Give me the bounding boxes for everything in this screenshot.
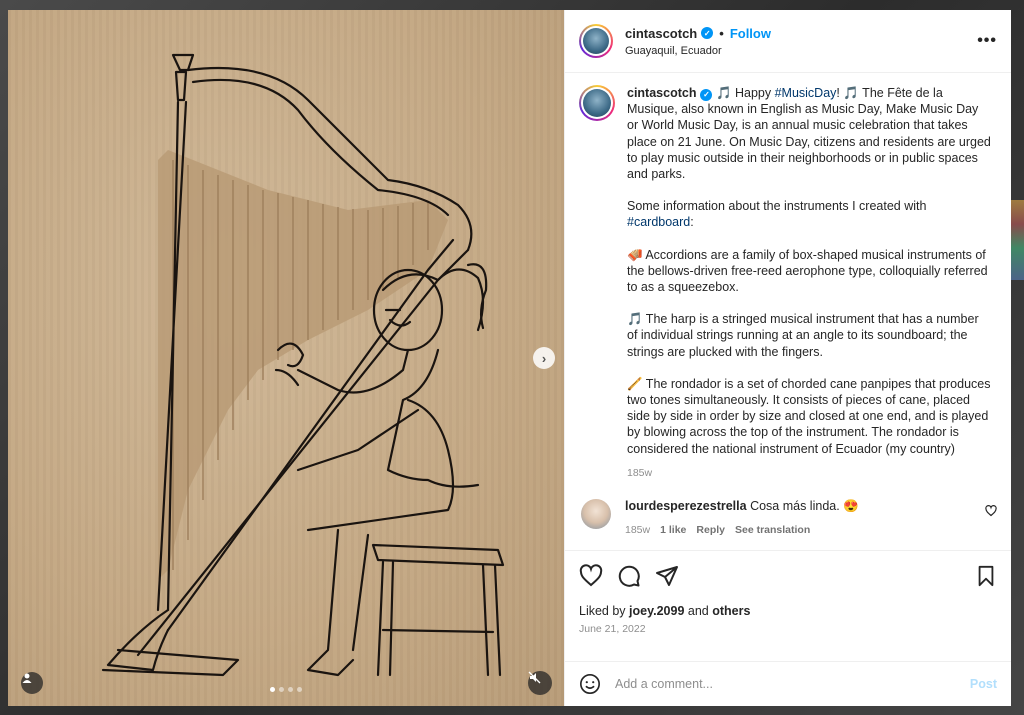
comments-section: cintascotch ✓ 🎵 Happy #MusicDay! 🎵 The Fê… xyxy=(565,73,1011,550)
caption-para-accordion: 🪗 Accordions are a family of box-shaped … xyxy=(627,247,988,295)
chevron-right-icon: › xyxy=(541,350,547,366)
caption: cintascotch ✓ 🎵 Happy #MusicDay! 🎵 The Fê… xyxy=(579,85,997,481)
carousel-dot xyxy=(297,687,302,692)
backdrop-color-strip xyxy=(1010,200,1024,280)
post-location[interactable]: Guayaquil, Ecuador xyxy=(625,45,771,57)
carousel-dots xyxy=(270,687,302,692)
caption-avatar[interactable] xyxy=(579,85,615,121)
liked-others[interactable]: others xyxy=(712,604,750,618)
bookmark-icon[interactable] xyxy=(975,565,997,587)
avatar-image xyxy=(583,89,611,117)
comment-item: lourdesperezestrella Cosa más linda. 😍 1… xyxy=(579,499,997,536)
comment-input[interactable]: Add a comment... xyxy=(615,677,970,691)
caption-line1-pre: 🎵 Happy xyxy=(712,86,775,100)
comment-likes[interactable]: 1 like xyxy=(660,524,686,536)
post-modal: › cintascotch ✓ • Follow Guayaquil, Ecua… xyxy=(8,10,1011,706)
post-panel: cintascotch ✓ • Follow Guayaquil, Ecuado… xyxy=(564,10,1011,706)
comment-text: Cosa más linda. 😍 xyxy=(746,499,859,514)
like-heart-icon[interactable] xyxy=(579,564,603,588)
liked-mid: and xyxy=(684,604,713,618)
comment-timestamp[interactable]: 185w xyxy=(625,524,650,536)
comment-composer: Add a comment... Post xyxy=(565,661,1011,706)
user-icon xyxy=(22,673,32,683)
harp-drawing xyxy=(101,53,505,677)
avatar-image xyxy=(583,28,609,54)
caption-para2-post: : xyxy=(690,215,694,230)
tagged-users-button[interactable] xyxy=(21,672,43,694)
post-date[interactable]: June 21, 2022 xyxy=(579,623,997,635)
see-translation-button[interactable]: See translation xyxy=(735,524,810,536)
caption-timestamp[interactable]: 185w xyxy=(627,465,992,481)
carousel-dot xyxy=(270,687,275,692)
hashtag-link-musicday[interactable]: #MusicDay xyxy=(775,86,837,100)
carousel-dot xyxy=(288,687,293,692)
commenter-username[interactable]: lourdesperezestrella xyxy=(625,499,747,513)
post-media[interactable]: › xyxy=(8,10,564,706)
heart-outline-icon[interactable] xyxy=(985,505,997,517)
comment-bubble-icon[interactable] xyxy=(617,564,641,588)
emoji-icon[interactable] xyxy=(579,673,601,695)
post-comment-button[interactable]: Post xyxy=(970,677,997,691)
speaker-muted-icon xyxy=(528,671,541,684)
hashtag-link-cardboard[interactable]: #cardboard xyxy=(627,215,690,229)
next-slide-button[interactable]: › xyxy=(533,347,555,369)
caption-username[interactable]: cintascotch xyxy=(627,86,696,100)
reply-button[interactable]: Reply xyxy=(696,524,725,536)
post-header: cintascotch ✓ • Follow Guayaquil, Ecuado… xyxy=(565,10,1011,73)
follow-button[interactable]: Follow xyxy=(730,26,771,41)
caption-para-rondador: 🪈 The rondador is a set of chorded cane … xyxy=(627,376,991,456)
more-options-icon[interactable]: ••• xyxy=(977,32,997,50)
follow-separator: • xyxy=(719,25,724,41)
liked-pre: Liked by xyxy=(579,604,630,618)
caption-line1-post: ! 🎵 The Fête de la Musique, also known i… xyxy=(627,86,991,182)
commenter-avatar[interactable] xyxy=(581,499,611,530)
liked-by-text: Liked by joey.2099 and others xyxy=(579,604,997,618)
action-bar: Liked by joey.2099 and others June 21, 2… xyxy=(565,550,1011,661)
carousel-dot xyxy=(279,687,284,692)
liked-user[interactable]: joey.2099 xyxy=(629,604,684,618)
verified-badge-icon: ✓ xyxy=(701,27,714,39)
header-username[interactable]: cintascotch xyxy=(625,26,697,41)
caption-para-harp: 🎵 The harp is a stringed musical instrum… xyxy=(627,312,979,359)
avatar[interactable] xyxy=(579,24,613,58)
caption-para2-pre: Some information about the instruments I… xyxy=(627,199,927,214)
share-paper-plane-icon[interactable] xyxy=(655,564,679,588)
verified-badge-icon: ✓ xyxy=(700,89,713,102)
mute-button[interactable] xyxy=(528,671,552,695)
